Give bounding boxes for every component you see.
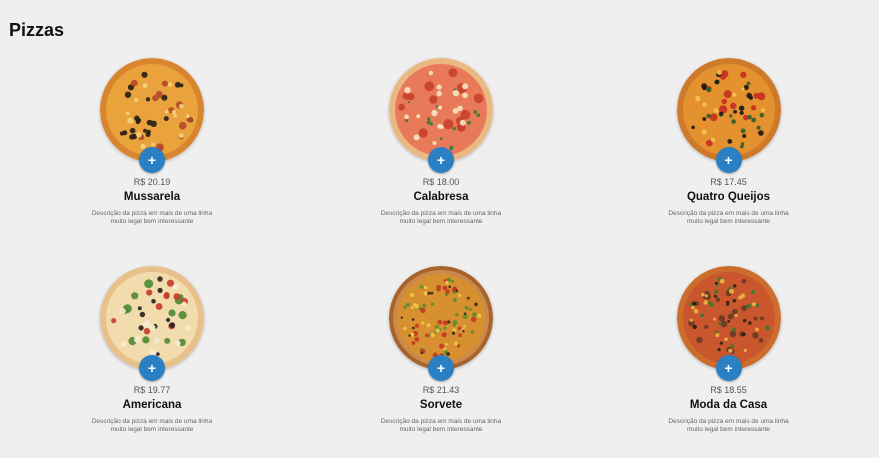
- pizza-price: R$ 17.45: [710, 177, 747, 187]
- pizza-card: + R$ 18.55 Moda da Casa Descrição da piz…: [578, 260, 879, 440]
- pizza-name: Quatro Queijos: [686, 191, 771, 203]
- pizza-name: Americana: [122, 399, 182, 411]
- add-to-cart-button[interactable]: +: [139, 147, 165, 173]
- add-to-cart-button[interactable]: +: [428, 355, 454, 381]
- pizza-image-wrap: +: [674, 55, 784, 173]
- pizza-price: R$ 21.43: [422, 385, 460, 395]
- pizza-description: Descrição da pizza em mais de uma linha …: [380, 210, 502, 225]
- pizza-image-wrap: +: [674, 263, 784, 381]
- pizza-image-wrap: +: [97, 55, 207, 173]
- pizza-card: + R$ 19.77 Americana Descrição da pizza …: [0, 260, 304, 440]
- pizza-price: R$ 19.77: [133, 385, 171, 395]
- pizza-name: Moda da Casa: [689, 399, 768, 411]
- pizza-description: Descrição da pizza em mais de uma linha …: [668, 210, 789, 225]
- pizza-description: Descrição da pizza em mais de uma linha …: [91, 418, 213, 433]
- pizza-name: Mussarela: [123, 191, 181, 203]
- page-title: Pizzas: [9, 20, 65, 40]
- add-to-cart-button[interactable]: +: [139, 355, 165, 381]
- pizza-name: Calabresa: [413, 191, 469, 203]
- pizza-price: R$ 20.19: [133, 177, 171, 187]
- pizza-card: + R$ 17.45 Quatro Queijos Descrição da p…: [578, 52, 879, 260]
- pizza-price: R$ 18.00: [422, 177, 460, 187]
- pizza-grid: + R$ 20.19 Mussarela Descrição da pizza …: [0, 52, 879, 440]
- add-to-cart-button[interactable]: +: [715, 355, 742, 381]
- add-to-cart-button[interactable]: +: [428, 147, 454, 173]
- pizza-description: Descrição da pizza em mais de uma linha …: [668, 418, 789, 433]
- pizza-price: R$ 18.55: [710, 385, 747, 395]
- pizza-card: + R$ 21.43 Sorvete Descrição da pizza em…: [304, 260, 578, 440]
- pizza-description: Descrição da pizza em mais de uma linha …: [91, 210, 213, 225]
- pizza-card: + R$ 18.00 Calabresa Descrição da pizza …: [304, 52, 578, 260]
- pizza-image-wrap: +: [97, 263, 207, 381]
- add-to-cart-button[interactable]: +: [715, 147, 742, 173]
- pizza-image-wrap: +: [386, 55, 496, 173]
- pizza-name: Sorvete: [419, 399, 463, 411]
- pizza-card: + R$ 20.19 Mussarela Descrição da pizza …: [0, 52, 304, 260]
- pizza-image-wrap: +: [386, 263, 496, 381]
- pizza-description: Descrição da pizza em mais de uma linha …: [380, 418, 502, 433]
